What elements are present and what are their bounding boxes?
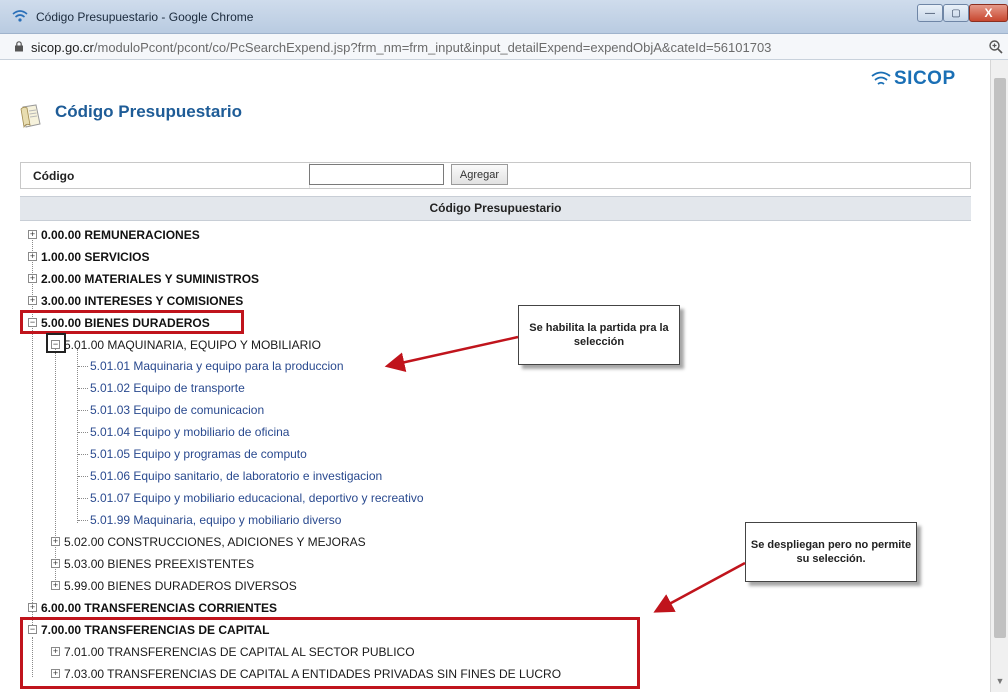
expand-toggle-icon[interactable]: + [28,230,37,239]
vertical-scrollbar[interactable]: ▼ [990,60,1008,692]
expand-toggle-icon[interactable]: + [28,274,37,283]
tree-connector [77,349,78,523]
expand-toggle-icon[interactable]: + [28,252,37,261]
window-title: Código Presupuestario - Google Chrome [36,10,254,24]
highlight-toggle-5-01 [46,333,66,353]
url-host: sicop.go.cr [31,40,94,55]
close-button[interactable]: X [969,4,1008,22]
tree-leaf-label[interactable]: 5.01.99 Maquinaria, equipo y mobiliario … [90,512,341,528]
tree-node-label[interactable]: 5.99.00 BIENES DURADEROS DIVERSOS [64,578,297,594]
tree-node-label[interactable]: 0.00.00 REMUNERACIONES [41,227,200,243]
tree-connector [78,520,88,521]
tree-node-label[interactable]: 3.00.00 INTERESES Y COMISIONES [41,293,243,309]
tree-leaf-label[interactable]: 5.01.01 Maquinaria y equipo para la prod… [90,358,344,374]
expand-toggle-icon[interactable]: + [28,296,37,305]
page-content: SICOP Código Presupuestario Código Agreg… [0,60,990,692]
tree-node-label[interactable]: 6.00.00 TRANSFERENCIAS CORRIENTES [41,600,277,616]
expand-toggle-icon[interactable]: + [51,537,60,546]
tree-leaf-label[interactable]: 5.01.07 Equipo y mobiliario educacional,… [90,490,424,506]
maximize-button[interactable]: ▢ [943,4,969,22]
tree-node-label[interactable]: 5.01.00 MAQUINARIA, EQUIPO Y MOBILIARIO [64,337,321,353]
tree-connector [78,366,88,367]
expand-toggle-icon[interactable]: + [51,581,60,590]
minimize-button[interactable]: — [917,4,943,22]
url-path: /moduloPcont/pcont/co/PcSearchExpend.jsp… [93,40,772,55]
tree-connector [78,498,88,499]
tree-connector [78,454,88,455]
tree-connector [55,349,56,586]
expand-toggle-icon[interactable]: + [51,559,60,568]
callout-not-selectable: Se despliegan pero no permite su selecci… [745,522,917,582]
tree-node-label[interactable]: 5.02.00 CONSTRUCCIONES, ADICIONES Y MEJO… [64,534,366,550]
highlight-box-bienes-duraderos [20,310,244,334]
address-bar[interactable]: sicop.go.cr/moduloPcont/pcont/co/PcSearc… [0,34,1008,60]
scroll-down-icon[interactable]: ▼ [995,676,1005,686]
tree-leaf-label[interactable]: 5.01.05 Equipo y programas de computo [90,446,307,462]
tree-leaf-label[interactable]: 5.01.03 Equipo de comunicacion [90,402,264,418]
highlight-box-transferencias-capital [20,617,640,689]
tree-connector [78,476,88,477]
tree-connector [78,388,88,389]
tree-node-label[interactable]: 1.00.00 SERVICIOS [41,249,150,265]
wifi-icon [12,10,28,22]
url-text[interactable]: sicop.go.cr/moduloPcont/pcont/co/PcSearc… [31,40,771,55]
expand-toggle-icon[interactable]: + [28,603,37,612]
tree-node-label[interactable]: 2.00.00 MATERIALES Y SUMINISTROS [41,271,259,287]
tree-connector [78,410,88,411]
zoom-icon[interactable] [988,39,1004,55]
tree-connector [78,432,88,433]
tree-leaf-label[interactable]: 5.01.04 Equipo y mobiliario de oficina [90,424,289,440]
tree-node-label[interactable]: 5.03.00 BIENES PREEXISTENTES [64,556,254,572]
callout-selectable: Se habilita la partida pra la selección [518,305,680,365]
window-titlebar: Código Presupuestario - Google Chrome — … [0,0,1008,34]
tree-leaf-label[interactable]: 5.01.06 Equipo sanitario, de laboratorio… [90,468,382,484]
budget-tree: + 0.00.00 REMUNERACIONES + 1.00.00 SERVI… [0,60,990,692]
tree-leaf-label[interactable]: 5.01.02 Equipo de transporte [90,380,245,396]
scrollbar-thumb[interactable] [994,78,1006,638]
lock-icon [15,41,23,52]
